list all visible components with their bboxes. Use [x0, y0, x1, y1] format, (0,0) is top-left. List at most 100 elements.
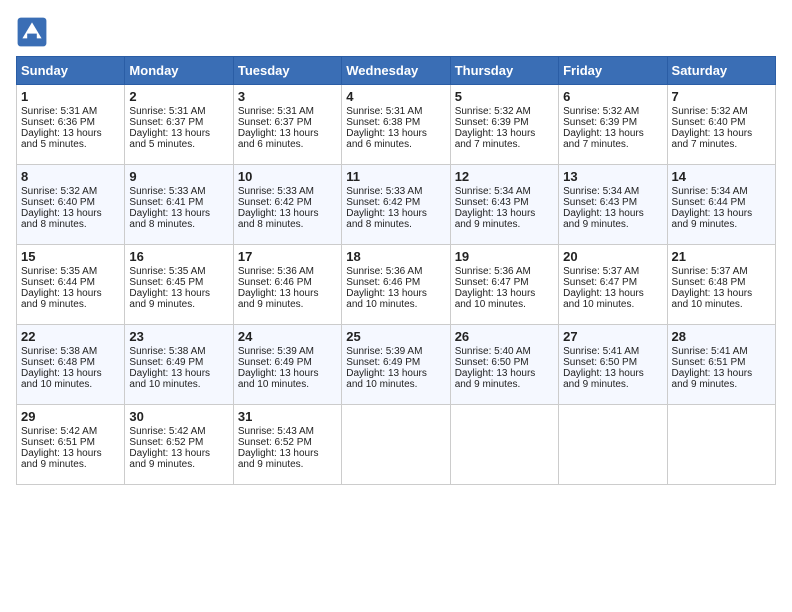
logo [16, 16, 52, 48]
day-info-line: Sunrise: 5:40 AM [455, 346, 554, 357]
day-info-line: and 8 minutes. [129, 219, 228, 230]
day-info-line: and 7 minutes. [563, 139, 662, 150]
calendar-week-row: 15Sunrise: 5:35 AMSunset: 6:44 PMDayligh… [17, 245, 776, 325]
day-number: 22 [21, 329, 120, 344]
day-info-line: Sunrise: 5:38 AM [21, 346, 120, 357]
calendar-cell: 24Sunrise: 5:39 AMSunset: 6:49 PMDayligh… [233, 325, 341, 405]
day-info-line: Sunset: 6:36 PM [21, 117, 120, 128]
day-info-line: Sunrise: 5:37 AM [672, 266, 771, 277]
day-info-line: Daylight: 13 hours [455, 288, 554, 299]
calendar-cell: 3Sunrise: 5:31 AMSunset: 6:37 PMDaylight… [233, 85, 341, 165]
day-info-line: and 5 minutes. [21, 139, 120, 150]
day-info-line: Daylight: 13 hours [672, 288, 771, 299]
day-info-line: Sunrise: 5:33 AM [238, 186, 337, 197]
day-info-line: and 9 minutes. [129, 459, 228, 470]
day-number: 5 [455, 89, 554, 104]
calendar-week-row: 1 Sunrise: 5:31 AM Sunset: 6:36 PM Daylight… [17, 85, 776, 165]
day-number: 14 [672, 169, 771, 184]
day-info-line: Sunset: 6:50 PM [563, 357, 662, 368]
day-info-line: Daylight: 13 hours [238, 128, 337, 139]
day-info-line: Sunrise: 5:36 AM [455, 266, 554, 277]
day-info-line: Daylight: 13 hours [21, 288, 120, 299]
day-info-line: Sunrise: 5:36 AM [238, 266, 337, 277]
day-info-line: Sunset: 6:47 PM [455, 277, 554, 288]
day-info-line: Sunset: 6:46 PM [238, 277, 337, 288]
day-info-line: and 10 minutes. [129, 379, 228, 390]
day-info-line: Daylight: 13 hours [563, 208, 662, 219]
day-number: 18 [346, 249, 445, 264]
day-number: 26 [455, 329, 554, 344]
day-info-line: Sunset: 6:52 PM [238, 437, 337, 448]
day-number: 28 [672, 329, 771, 344]
day-info-line: Sunset: 6:42 PM [238, 197, 337, 208]
day-info-line: Sunset: 6:38 PM [346, 117, 445, 128]
day-info-line: and 8 minutes. [21, 219, 120, 230]
calendar-table: SundayMondayTuesdayWednesdayThursdayFrid… [16, 56, 776, 485]
day-info-line: and 6 minutes. [346, 139, 445, 150]
day-number: 30 [129, 409, 228, 424]
day-number: 15 [21, 249, 120, 264]
calendar-cell: 12Sunrise: 5:34 AMSunset: 6:43 PMDayligh… [450, 165, 558, 245]
calendar-cell: 9Sunrise: 5:33 AMSunset: 6:41 PMDaylight… [125, 165, 233, 245]
day-info-line: Daylight: 13 hours [129, 448, 228, 459]
day-info-line: Daylight: 13 hours [346, 128, 445, 139]
day-info-line: Daylight: 13 hours [21, 208, 120, 219]
day-info-line: and 10 minutes. [21, 379, 120, 390]
day-info-line: Sunset: 6:44 PM [21, 277, 120, 288]
calendar-cell: 21Sunrise: 5:37 AMSunset: 6:48 PMDayligh… [667, 245, 775, 325]
calendar-cell: 31Sunrise: 5:43 AMSunset: 6:52 PMDayligh… [233, 405, 341, 485]
day-info-line: Sunrise: 5:39 AM [346, 346, 445, 357]
day-info-line: Sunrise: 5:35 AM [129, 266, 228, 277]
day-info-line: Daylight: 13 hours [455, 368, 554, 379]
day-info-line: and 9 minutes. [563, 219, 662, 230]
day-number: 1 [21, 89, 120, 104]
day-info-line: and 9 minutes. [129, 299, 228, 310]
day-info-line: Sunset: 6:47 PM [563, 277, 662, 288]
day-info-line: Sunset: 6:44 PM [672, 197, 771, 208]
day-number: 31 [238, 409, 337, 424]
day-info-line: and 9 minutes. [21, 299, 120, 310]
day-info-line: Daylight: 13 hours [21, 368, 120, 379]
calendar-cell: 8Sunrise: 5:32 AMSunset: 6:40 PMDaylight… [17, 165, 125, 245]
day-info-line: and 9 minutes. [21, 459, 120, 470]
day-info-line: Sunrise: 5:35 AM [21, 266, 120, 277]
day-info-line: Sunrise: 5:36 AM [346, 266, 445, 277]
day-number: 19 [455, 249, 554, 264]
day-number: 17 [238, 249, 337, 264]
day-info-line: Daylight: 13 hours [238, 208, 337, 219]
day-info-line: and 9 minutes. [455, 219, 554, 230]
calendar-cell: 28Sunrise: 5:41 AMSunset: 6:51 PMDayligh… [667, 325, 775, 405]
day-info-line: Sunrise: 5:31 AM [129, 106, 228, 117]
day-number: 3 [238, 89, 337, 104]
weekday-header: Monday [125, 57, 233, 85]
day-info-line: Daylight: 13 hours [129, 288, 228, 299]
day-info-line: Sunset: 6:48 PM [21, 357, 120, 368]
calendar-cell: 30Sunrise: 5:42 AMSunset: 6:52 PMDayligh… [125, 405, 233, 485]
day-info-line: Sunrise: 5:32 AM [455, 106, 554, 117]
day-info-line: Daylight: 13 hours [346, 208, 445, 219]
day-info-line: Sunset: 6:43 PM [455, 197, 554, 208]
day-info-line: Sunset: 6:39 PM [563, 117, 662, 128]
day-info-line: Daylight: 13 hours [238, 288, 337, 299]
day-number: 16 [129, 249, 228, 264]
day-info-line: Sunset: 6:51 PM [672, 357, 771, 368]
day-info-line: Sunset: 6:51 PM [21, 437, 120, 448]
day-info-line: Sunrise: 5:32 AM [672, 106, 771, 117]
day-info-line: Sunrise: 5:41 AM [672, 346, 771, 357]
day-number: 25 [346, 329, 445, 344]
day-info-line: Sunset: 6:49 PM [129, 357, 228, 368]
weekday-header: Thursday [450, 57, 558, 85]
day-info-line: and 6 minutes. [238, 139, 337, 150]
day-info-line: Sunset: 6:46 PM [346, 277, 445, 288]
day-info-line: Sunset: 6:50 PM [455, 357, 554, 368]
day-number: 12 [455, 169, 554, 184]
day-info-line: Daylight: 13 hours [672, 208, 771, 219]
weekday-header: Saturday [667, 57, 775, 85]
calendar-cell: 20Sunrise: 5:37 AMSunset: 6:47 PMDayligh… [559, 245, 667, 325]
day-info-line: Sunset: 6:45 PM [129, 277, 228, 288]
logo-icon [16, 16, 48, 48]
day-info-line: Daylight: 13 hours [129, 128, 228, 139]
calendar-week-row: 29Sunrise: 5:42 AMSunset: 6:51 PMDayligh… [17, 405, 776, 485]
day-info-line: Sunset: 6:39 PM [455, 117, 554, 128]
calendar-cell: 11Sunrise: 5:33 AMSunset: 6:42 PMDayligh… [342, 165, 450, 245]
